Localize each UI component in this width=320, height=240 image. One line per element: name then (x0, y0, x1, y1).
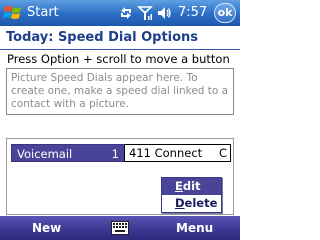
speed-dial-key: 1 (111, 147, 119, 161)
menu-item-edit[interactable]: Edit (162, 178, 221, 195)
softkey-new[interactable]: New (32, 219, 61, 237)
speaker-icon[interactable] (156, 5, 172, 21)
menu-item-accelerator: D (175, 196, 185, 210)
page-title: Today: Speed Dial Options (6, 30, 199, 45)
keyboard-icon[interactable] (111, 221, 129, 235)
status-icons (118, 4, 172, 22)
instruction-text: Press Option + scroll to move a button (7, 52, 230, 66)
app-title[interactable]: Start (27, 4, 59, 22)
softkey-menu[interactable]: Menu (176, 219, 213, 237)
windows-flag-icon[interactable] (3, 4, 23, 22)
speed-dial-name: Voicemail (17, 147, 73, 161)
title-bar: Start 7:57 ok (0, 0, 240, 26)
speed-dial-name: 411 Connect (129, 146, 203, 160)
signal-antenna-icon[interactable] (137, 5, 153, 21)
menu-item-label: elete (184, 196, 218, 210)
picture-speed-dial-hint: Picture Speed Dials appear here. To crea… (11, 72, 229, 110)
menu-item-label: dit (182, 179, 201, 193)
clock[interactable]: 7:57 (178, 4, 207, 22)
menu-item-accelerator: E (175, 179, 183, 193)
picture-speed-dial-area[interactable]: Picture Speed Dials appear here. To crea… (6, 68, 234, 115)
heading-divider (0, 49, 240, 50)
ok-button[interactable]: ok (214, 3, 236, 23)
context-menu: Edit Delete (161, 177, 222, 213)
speed-dial-item-voicemail[interactable]: Voicemail 1 (11, 144, 125, 162)
speed-dial-key: C (218, 146, 227, 160)
sync-icon[interactable] (118, 5, 134, 21)
menu-item-delete[interactable]: Delete (162, 195, 221, 212)
softkey-bar: New Menu (0, 216, 240, 240)
speed-dial-item-411-connect[interactable]: 411 Connect C (124, 144, 231, 162)
